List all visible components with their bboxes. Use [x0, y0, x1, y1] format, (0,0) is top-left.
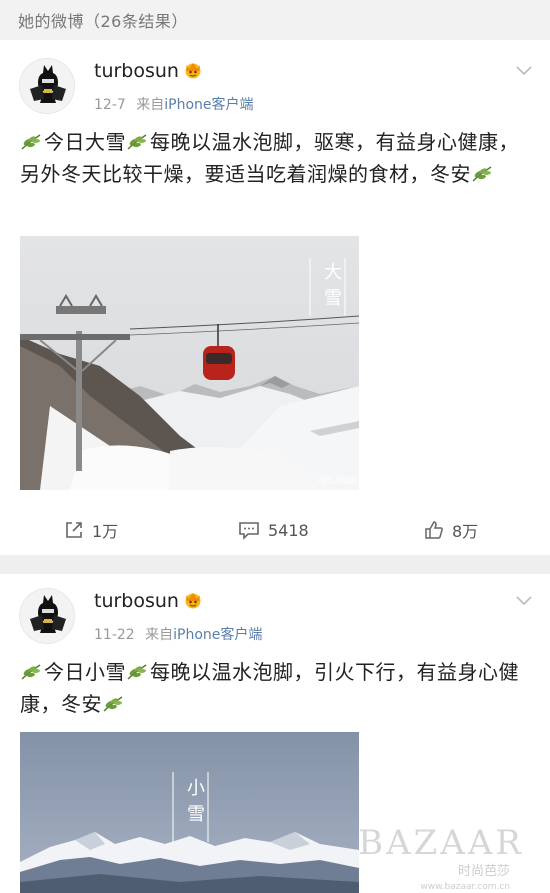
username-text: turbosun: [94, 590, 179, 612]
repost-count: 1万: [92, 522, 119, 541]
username-text: turbosun: [94, 60, 179, 82]
post-date: 11-22: [94, 627, 135, 643]
post-text-seg1: 今日大雪: [44, 130, 126, 154]
like-button[interactable]: 8万: [424, 518, 478, 542]
action-bar: 1万 5418 8万: [0, 510, 550, 550]
comment-button[interactable]: 5418: [238, 520, 309, 540]
chevron-down-icon[interactable]: [516, 596, 532, 606]
batman-avatar-icon: [20, 59, 74, 113]
chevron-down-icon[interactable]: [516, 66, 532, 76]
source-prefix: 来自: [145, 627, 174, 643]
vip-crown-icon: [185, 63, 201, 79]
post-text: 今日大雪 每晚以温水泡脚，驱寒，有益身心健康，另外冬天比较干燥，要适当吃着润燥的食…: [20, 126, 535, 190]
repost-button[interactable]: 1万: [64, 518, 118, 542]
batman-avatar-icon: [20, 589, 74, 643]
avatar[interactable]: [19, 588, 75, 644]
comment-count: 5418: [268, 520, 309, 540]
bazaar-watermark: BAZAAR: [358, 823, 524, 863]
leaf-emoji-icon: [127, 664, 147, 680]
bazaar-watermark-sub: 时尚芭莎: [457, 864, 510, 879]
post-meta: 12-7 来自iPhone客户端: [94, 94, 254, 114]
username-link[interactable]: turbosun: [94, 60, 203, 82]
post-date: 12-7: [94, 97, 126, 113]
weibo-post-card[interactable]: turbosun 11-22 来自iPhone客户端 今日小雪 每晚以温水泡脚，引…: [0, 574, 550, 893]
photo-caption: 大雪: [321, 262, 342, 314]
avatar[interactable]: [19, 58, 75, 114]
leaf-emoji-icon: [21, 134, 41, 150]
source-link[interactable]: iPhone客户端: [164, 97, 253, 113]
post-photo[interactable]: 大雪 @turbo: [20, 236, 359, 490]
leaf-emoji-icon: [127, 134, 147, 150]
username-link[interactable]: turbosun: [94, 590, 203, 612]
post-text: 今日小雪 每晚以温水泡脚，引火下行，有益身心健康，冬安: [20, 656, 535, 720]
post-text-seg1: 今日小雪: [44, 660, 126, 684]
post-photo[interactable]: 小雪: [20, 732, 359, 893]
leaf-emoji-icon: [21, 664, 41, 680]
weibo-post-card[interactable]: turbosun 12-7 来自iPhone客户端 今日大雪 每晚以温水泡脚，驱寒…: [0, 40, 550, 555]
leaf-emoji-icon: [103, 696, 123, 712]
vip-crown-icon: [185, 593, 201, 609]
like-count: 8万: [452, 522, 479, 541]
source-prefix: 来自: [136, 97, 165, 113]
comment-icon: [239, 522, 259, 540]
photo-watermark: @turbo: [318, 475, 355, 486]
like-icon: [425, 521, 443, 539]
bazaar-watermark-url: www.bazaar.com.cn: [420, 882, 510, 892]
post-meta: 11-22 来自iPhone客户端: [94, 624, 262, 644]
photo-caption: 小雪: [184, 778, 205, 830]
results-title: 她的微博（26条结果）: [18, 12, 188, 31]
cable-car-snow-photo: [20, 236, 359, 490]
search-results-header: 她的微博（26条结果）: [0, 0, 550, 40]
repost-icon: [66, 522, 82, 538]
leaf-emoji-icon: [472, 166, 492, 182]
source-link[interactable]: iPhone客户端: [173, 627, 262, 643]
